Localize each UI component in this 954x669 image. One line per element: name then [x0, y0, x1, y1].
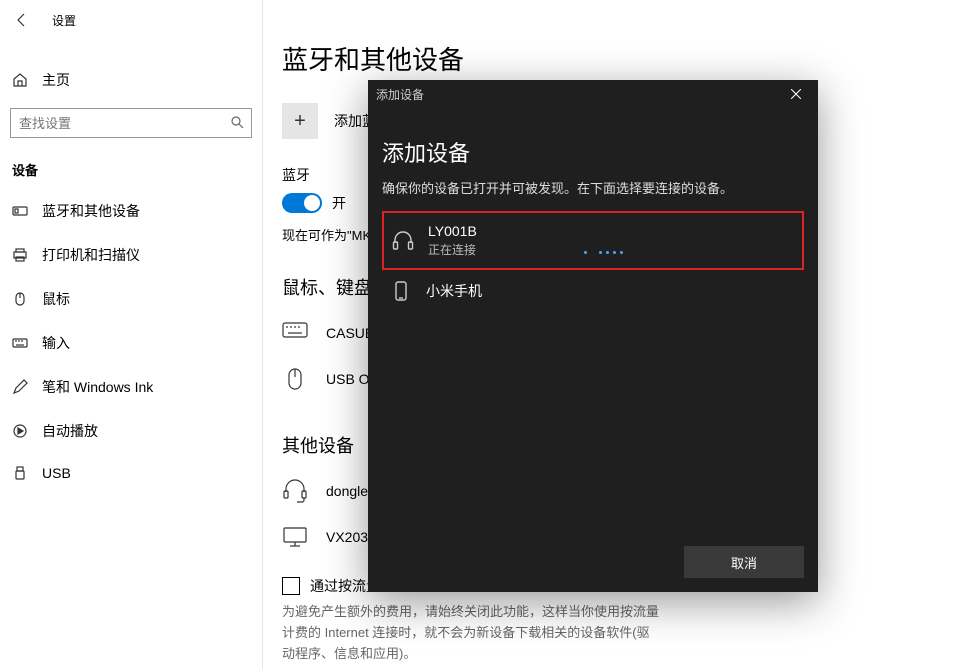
nav-label: 输入 — [42, 333, 70, 353]
device-item-xiaomi[interactable]: 小米手机 — [382, 270, 804, 312]
bluetooth-toggle-state: 开 — [332, 193, 346, 213]
dialog-body: 添加设备 确保你的设备已打开并可被发现。在下面选择要连接的设备。 LY001B … — [368, 108, 818, 320]
device-label: dongle — [326, 483, 368, 499]
home-icon — [12, 72, 28, 88]
search-box — [10, 108, 252, 138]
nav-usb[interactable]: USB — [0, 453, 262, 493]
keyboard-device-icon — [282, 320, 308, 346]
device-status: 正在连接 — [428, 241, 477, 258]
dialog-subtitle: 确保你的设备已打开并可被发现。在下面选择要连接的设备。 — [382, 178, 804, 197]
device-name: 小米手机 — [426, 281, 482, 301]
dialog-titlebar: 添加设备 — [368, 80, 818, 108]
nav-label: USB — [42, 465, 71, 481]
keyboard-icon — [12, 335, 28, 351]
metered-checkbox[interactable] — [282, 577, 300, 595]
pen-icon — [12, 379, 28, 395]
dialog-footer: 取消 — [684, 546, 804, 578]
settings-sidebar: 设置 主页 设备 蓝牙和其他设备 打印机和扫描仪 鼠标 输入 — [0, 0, 263, 669]
phone-icon — [390, 280, 412, 302]
monitor-icon — [282, 524, 308, 550]
page-title: 蓝牙和其他设备 — [282, 40, 936, 77]
device-item-ly001b[interactable]: LY001B 正在连接 — [382, 211, 804, 270]
nav-label: 打印机和扫描仪 — [42, 245, 140, 265]
section-devices-header: 设备 — [0, 146, 262, 189]
metered-description: 为避免产生额外的费用，请始终关闭此功能，这样当你使用按流量计费的 Interne… — [282, 602, 662, 664]
nav-typing[interactable]: 输入 — [0, 321, 262, 365]
nav-autoplay[interactable]: 自动播放 — [0, 409, 262, 453]
printer-icon — [12, 247, 28, 263]
search-input[interactable] — [10, 108, 252, 138]
close-icon — [791, 89, 801, 99]
nav-bluetooth[interactable]: 蓝牙和其他设备 — [0, 189, 262, 233]
dialog-close-button[interactable] — [782, 80, 810, 108]
device-name: LY001B — [428, 223, 477, 239]
device-text: 小米手机 — [426, 281, 482, 301]
bluetooth-toggle[interactable] — [282, 193, 322, 213]
dialog-titlebar-text: 添加设备 — [376, 86, 424, 103]
back-button[interactable] — [10, 8, 34, 32]
usb-icon — [12, 465, 28, 481]
autoplay-icon — [12, 423, 28, 439]
nav-label: 自动播放 — [42, 421, 98, 441]
headset-icon — [282, 478, 308, 504]
headphones-icon — [392, 230, 414, 252]
dialog-title: 添加设备 — [382, 136, 804, 168]
add-device-plus-button[interactable]: + — [282, 103, 318, 139]
nav-printers[interactable]: 打印机和扫描仪 — [0, 233, 262, 277]
nav-label: 蓝牙和其他设备 — [42, 201, 140, 221]
device-text: LY001B 正在连接 — [428, 223, 477, 258]
nav-label: 笔和 Windows Ink — [42, 377, 153, 397]
sidebar-header: 设置 — [0, 0, 262, 40]
connecting-dots-icon — [584, 251, 623, 254]
mouse-device-icon — [282, 366, 308, 392]
nav-label: 鼠标 — [42, 289, 70, 309]
nav-pen[interactable]: 笔和 Windows Ink — [0, 365, 262, 409]
home-label: 主页 — [42, 70, 70, 90]
bluetooth-devices-icon — [12, 203, 28, 219]
cancel-button[interactable]: 取消 — [684, 546, 804, 578]
nav-mouse[interactable]: 鼠标 — [0, 277, 262, 321]
add-device-dialog: 添加设备 添加设备 确保你的设备已打开并可被发现。在下面选择要连接的设备。 LY… — [368, 80, 818, 592]
home-link[interactable]: 主页 — [0, 60, 262, 100]
settings-title: 设置 — [52, 12, 76, 29]
mouse-icon — [12, 291, 28, 307]
